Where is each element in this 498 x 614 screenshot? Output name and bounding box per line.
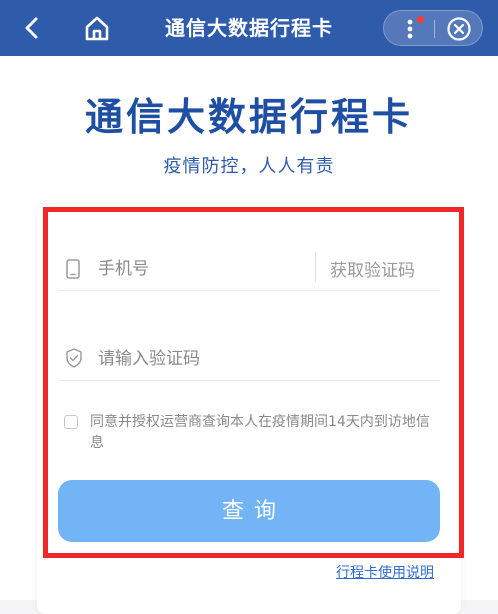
phone-row: 获取验证码 [58, 246, 440, 291]
notification-dot [417, 16, 424, 23]
agreement-text: 同意并授权运营商查询本人在疫情期间14天内到访地信息 [90, 414, 430, 451]
mini-program-capsule [383, 10, 483, 46]
agreement-checkbox[interactable] [64, 415, 78, 429]
page-title: 通信大数据行程卡 [84, 94, 413, 139]
top-bar: 通信大数据行程卡 [0, 0, 498, 56]
get-code-button[interactable]: 获取验证码 [330, 256, 415, 281]
page-content: 通信大数据行程卡 疫情防控，人人有责 获取验证码 同意并授权运营商查询本人在疫情… [0, 56, 498, 614]
usage-guide-link[interactable]: 行程卡使用说明 [336, 562, 434, 582]
capsule-divider [434, 20, 435, 38]
phone-icon [66, 259, 80, 279]
query-button[interactable]: 查询 [58, 480, 440, 542]
field-divider [315, 252, 316, 282]
shield-icon [66, 348, 82, 368]
code-row [58, 336, 440, 381]
verification-code-input[interactable] [96, 346, 400, 372]
close-circle-icon[interactable] [446, 16, 472, 42]
phone-input[interactable] [96, 256, 310, 282]
page-subtitle: 疫情防控，人人有责 [163, 156, 335, 177]
